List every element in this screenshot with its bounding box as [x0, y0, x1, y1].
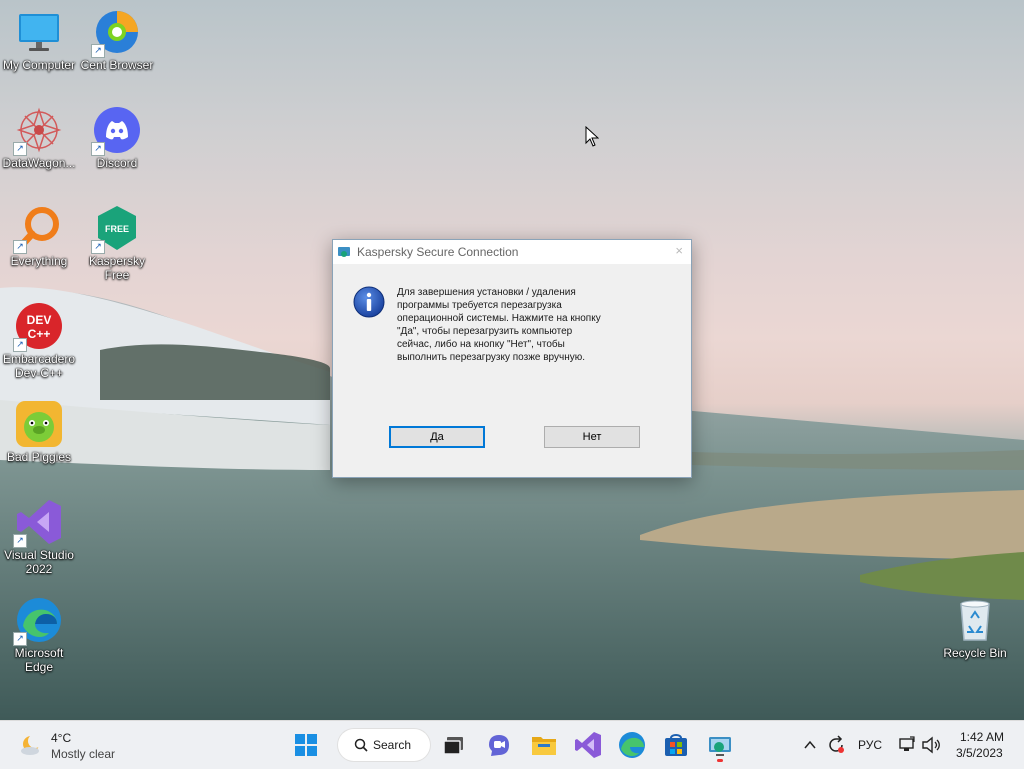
desktop-icon-label: Cent Browser: [80, 58, 154, 72]
desktop-icon-everything[interactable]: ↗ Everything: [0, 204, 78, 268]
start-icon: [295, 734, 317, 756]
kaspersky-connection-icon: [338, 247, 350, 257]
edge-icon: [619, 732, 645, 758]
visual-studio-icon: ↗: [13, 498, 63, 548]
desktop-icon-edge[interactable]: ↗ Microsoft Edge: [0, 596, 78, 674]
kaspersky-free-icon: FREE ↗: [91, 204, 141, 254]
desktop-icon-devcpp[interactable]: DEV C++ ↗ Embarcadero Dev-C++: [0, 302, 78, 380]
shortcut-arrow-icon: ↗: [91, 240, 105, 254]
task-view-icon: [443, 737, 463, 755]
desktop-icon-label: Embarcadero Dev-C++: [2, 352, 76, 380]
shortcut-arrow-icon: ↗: [91, 44, 105, 58]
desktop-icon-discord[interactable]: ↗ Discord: [78, 106, 156, 170]
visual-studio-icon: [575, 732, 601, 758]
search-icon: [354, 738, 368, 752]
svg-text:C++: C++: [28, 327, 51, 341]
dialog-titlebar[interactable]: Kaspersky Secure Connection ×: [333, 240, 691, 264]
svg-text:DEV: DEV: [27, 313, 52, 327]
devcpp-icon: DEV C++ ↗: [13, 302, 63, 352]
file-explorer-button[interactable]: [528, 729, 560, 761]
kaspersky-badge-text: FREE: [105, 224, 129, 234]
cent-browser-icon: ↗: [91, 8, 141, 58]
teams-chat-button[interactable]: [483, 729, 515, 761]
search-box[interactable]: Search: [338, 729, 430, 761]
desktop-icon-label: Discord: [96, 156, 138, 170]
desktop-icon-label: Visual Studio 2022: [4, 548, 74, 576]
weather-widget[interactable]: 4°C Mostly clear: [14, 729, 124, 761]
desktop-icon-label: Kaspersky Free: [88, 254, 146, 282]
message-line: программы требуется перезагрузка: [397, 300, 562, 311]
language-indicator[interactable]: РУС: [858, 738, 882, 752]
desktop-icon-label: My Computer: [2, 58, 76, 72]
teams-chat-icon: [489, 735, 509, 756]
desktop-icon-my-computer[interactable]: My Computer: [0, 8, 78, 72]
desktop-icon-label: Bad Piggies: [6, 450, 72, 464]
message-line: операционной системы. Нажмите на кнопку: [397, 313, 601, 324]
shortcut-arrow-icon: ↗: [13, 240, 27, 254]
chevron-up-icon[interactable]: [803, 738, 817, 752]
kaspersky-taskbar-button[interactable]: [704, 729, 736, 762]
message-line: Для завершения установки / удаления: [397, 287, 576, 298]
no-button[interactable]: Нет: [544, 426, 640, 448]
recycle-bin-icon: [951, 596, 999, 644]
desktop-icon-recycle-bin[interactable]: Recycle Bin: [936, 596, 1014, 660]
shortcut-arrow-icon: ↗: [13, 632, 27, 646]
datawagon-icon: ↗: [13, 106, 63, 156]
shortcut-arrow-icon: ↗: [13, 142, 27, 156]
bad-piggies-icon: [15, 400, 63, 448]
dialog-message: Для завершения установки / удаления прог…: [397, 286, 637, 364]
desktop-icon-label: DataWagon...: [2, 156, 76, 170]
shortcut-arrow-icon: ↗: [91, 142, 105, 156]
file-explorer-icon: [532, 737, 556, 755]
network-icon[interactable]: [898, 736, 916, 754]
active-app-indicator: [717, 759, 723, 762]
update-restart-icon[interactable]: [826, 735, 846, 755]
clock-date[interactable]: 3/5/2023: [956, 746, 1003, 760]
weather-temp: 4°C: [51, 731, 72, 745]
volume-icon[interactable]: [921, 736, 941, 754]
message-line: "Да", чтобы перезагрузить компьютер: [397, 326, 573, 337]
info-icon: [353, 286, 385, 318]
yes-button[interactable]: Да: [389, 426, 485, 448]
desktop-icon-visual-studio[interactable]: ↗ Visual Studio 2022: [0, 498, 78, 576]
desktop-icon-label: Recycle Bin: [943, 646, 1007, 660]
kaspersky-restart-dialog: Kaspersky Secure Connection × Для заверш…: [332, 239, 692, 478]
desktop-icon-label: Microsoft Edge: [14, 646, 64, 674]
shortcut-arrow-icon: ↗: [13, 338, 27, 352]
message-line: выполнить перезагрузку позже вручную.: [397, 352, 585, 363]
start-button[interactable]: [290, 729, 322, 761]
monitor-icon: [15, 8, 63, 56]
desktop-icon-bad-piggies[interactable]: Bad Piggies: [0, 400, 78, 464]
desktop-icon-label: Everything: [10, 254, 68, 268]
edge-taskbar-button[interactable]: [616, 729, 648, 761]
search-label: Search: [373, 738, 412, 752]
weather-moon-icon: [21, 734, 42, 755]
message-line: сейчас, либо на кнопку "Нет", чтобы: [397, 339, 565, 350]
taskbar: 4°C Mostly clear Search РУС 1:42 AM 3/5/…: [0, 720, 1024, 769]
desktop-icon-kaspersky-free[interactable]: FREE ↗ Kaspersky Free: [78, 204, 156, 282]
store-taskbar-button[interactable]: [660, 729, 692, 761]
store-icon: [665, 734, 687, 756]
close-icon[interactable]: ×: [675, 243, 683, 258]
shortcut-arrow-icon: ↗: [13, 534, 27, 548]
weather-condition: Mostly clear: [51, 747, 116, 761]
visual-studio-taskbar-button[interactable]: [572, 729, 604, 761]
mouse-cursor-icon: [585, 126, 599, 147]
kaspersky-connection-icon: [709, 737, 731, 756]
edge-icon: ↗: [13, 596, 63, 646]
discord-icon: ↗: [91, 106, 141, 156]
clock-time[interactable]: 1:42 AM: [960, 730, 1004, 744]
desktop-icon-cent-browser[interactable]: ↗ Cent Browser: [78, 8, 156, 72]
dialog-title: Kaspersky Secure Connection: [357, 245, 519, 259]
desktop-icon-datawagon[interactable]: ↗ DataWagon...: [0, 106, 78, 170]
everything-search-icon: ↗: [13, 204, 63, 254]
task-view-button[interactable]: [438, 729, 470, 761]
desktop: My Computer ↗ Cent Browser ↗ DataWagon..…: [0, 0, 1024, 720]
